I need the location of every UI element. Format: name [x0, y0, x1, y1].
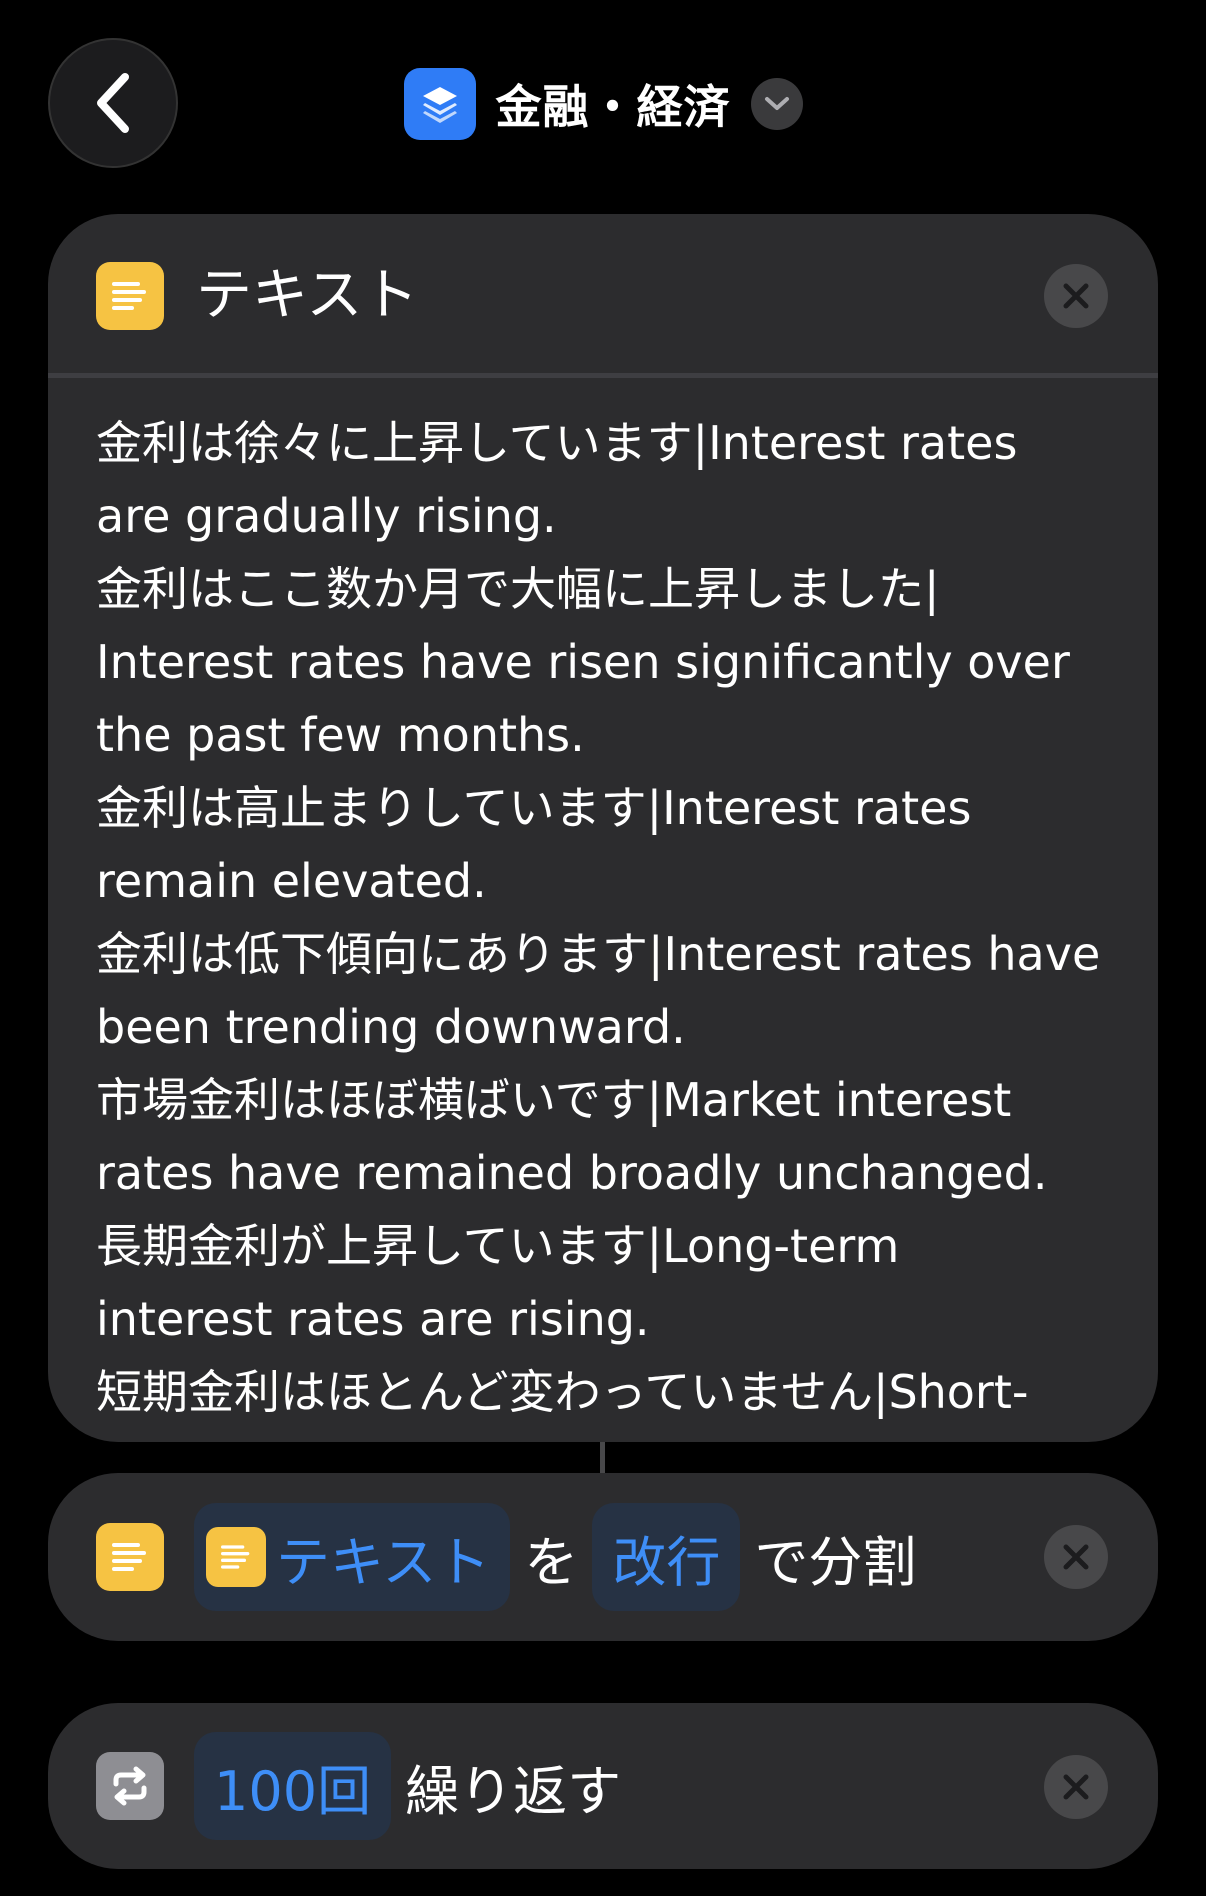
action-connector — [600, 1442, 605, 1473]
text-action-label: テキスト — [196, 263, 419, 328]
remove-repeat-action-button[interactable] — [1044, 1755, 1108, 1819]
separator-token[interactable]: 改行 — [592, 1503, 741, 1611]
remove-text-action-button[interactable] — [1044, 264, 1108, 328]
page-title: 金融・経済 — [495, 80, 731, 134]
text-action-card: テキスト 金利は徐々に上昇しています|Interest rates are gr… — [48, 214, 1158, 1442]
repeat-count-label: 100回 — [214, 1759, 372, 1823]
text-lines-icon — [206, 1527, 266, 1587]
text-action-header: テキスト — [48, 214, 1158, 378]
chevron-down-icon[interactable] — [750, 78, 803, 130]
close-icon — [1063, 1544, 1089, 1570]
repeat-arrows-icon — [96, 1752, 164, 1820]
repeat-count-token[interactable]: 100回 — [194, 1732, 392, 1840]
particle-text: を — [524, 1530, 579, 1594]
split-action-row: テキスト を 改行 で分割 — [96, 1473, 916, 1641]
stack-layers-icon — [403, 68, 476, 140]
text-lines-icon — [96, 1523, 164, 1591]
text-lines-icon — [96, 262, 164, 330]
text-variable-token[interactable]: テキスト — [194, 1503, 511, 1611]
split-suffix-text: で分割 — [754, 1530, 917, 1594]
text-variable-label: テキスト — [276, 1530, 491, 1594]
close-icon — [1063, 1774, 1089, 1800]
separator-label: 改行 — [612, 1530, 721, 1594]
close-icon — [1063, 283, 1089, 309]
repeat-suffix-text: 繰り返す — [405, 1759, 622, 1823]
split-text-action-card: テキスト を 改行 で分割 — [48, 1473, 1158, 1641]
remove-split-action-button[interactable] — [1044, 1525, 1108, 1589]
text-content-field[interactable]: 金利は徐々に上昇しています|Interest rates are gradual… — [96, 407, 1126, 1429]
repeat-action-row: 100回 繰り返す — [96, 1703, 621, 1869]
shortcut-title-menu[interactable]: 金融・経済 — [0, 68, 1206, 140]
repeat-action-card: 100回 繰り返す — [48, 1703, 1158, 1869]
